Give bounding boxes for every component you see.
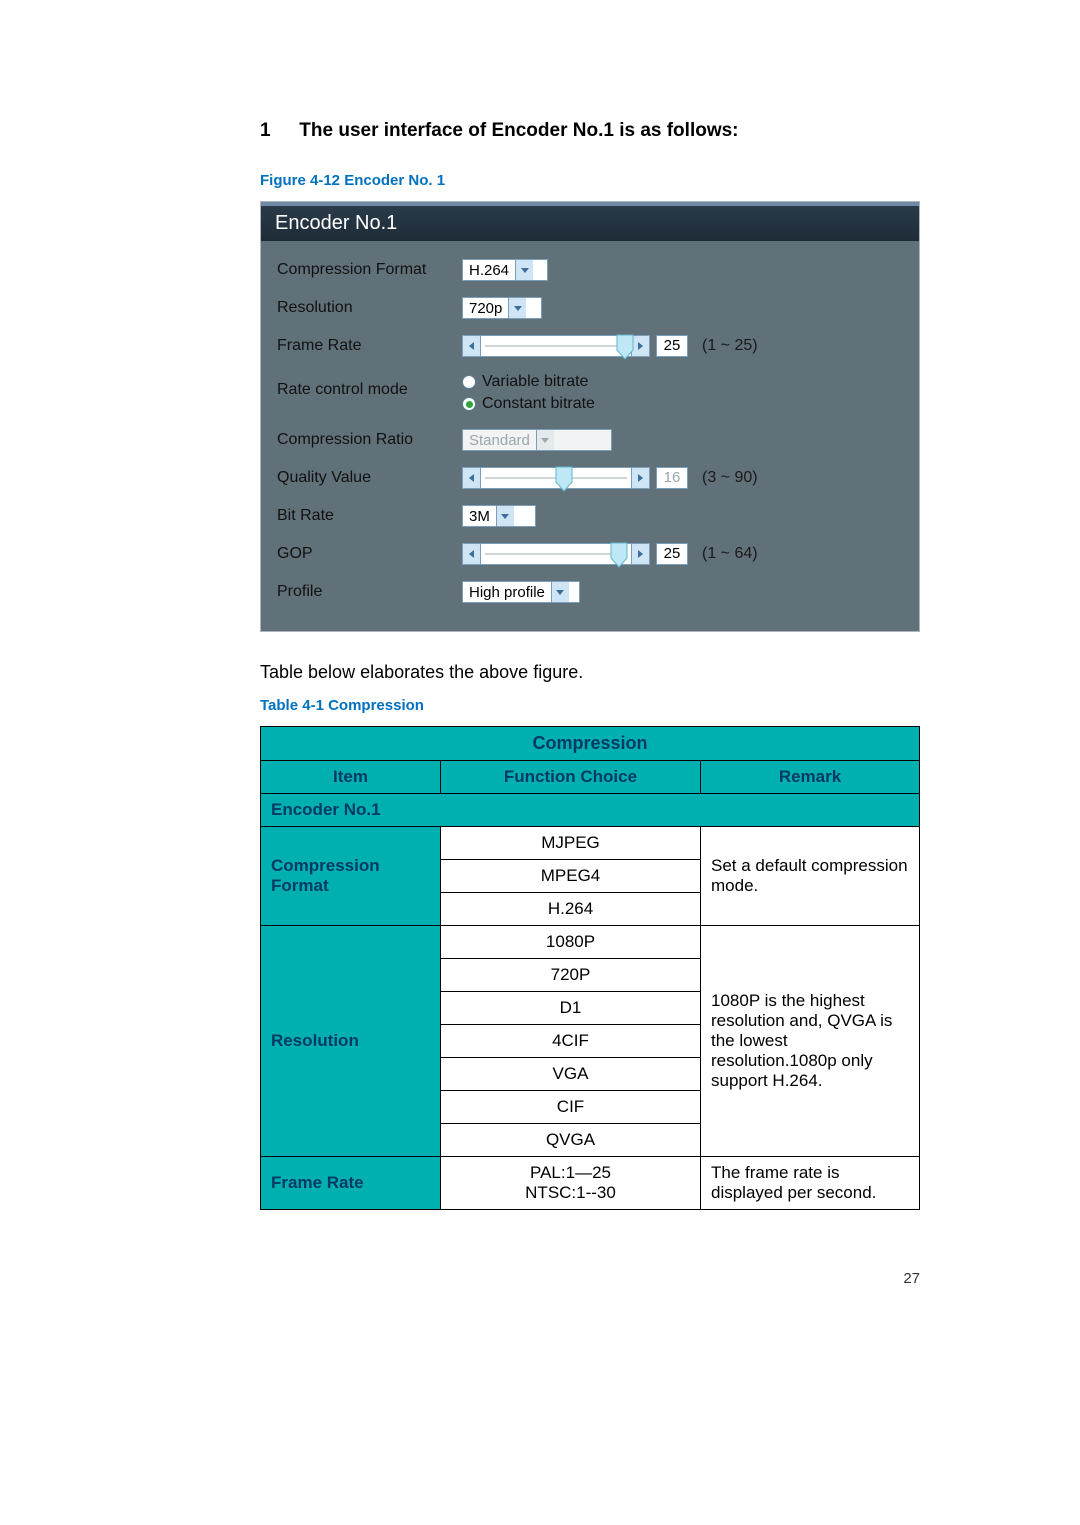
res-choice-4: VGA <box>441 1058 701 1091</box>
cf-choice-2: H.264 <box>441 893 701 926</box>
encoder-panel: Encoder No.1 Compression Format H.264 Re… <box>260 201 920 632</box>
label-rate-mode: Rate control mode <box>277 373 462 399</box>
select-compression-ratio-value: Standard <box>463 432 536 449</box>
select-compression-ratio: Standard <box>462 429 612 451</box>
label-gop: GOP <box>277 545 462 563</box>
compression-table: Compression Item Function Choice Remark … <box>260 726 920 1210</box>
label-bit-rate: Bit Rate <box>277 507 462 525</box>
select-bit-rate[interactable]: 3M <box>462 505 536 527</box>
frame-rate-range: (1 ~ 25) <box>702 337 758 355</box>
slider-track[interactable] <box>481 468 631 488</box>
heading-text: The user interface of Encoder No.1 is as… <box>299 120 732 141</box>
nudge-right-icon[interactable] <box>631 544 649 564</box>
row-compression-format: Compression Format H.264 <box>277 251 903 289</box>
select-compression-format-value: H.264 <box>463 262 515 279</box>
radio-variable-bitrate[interactable]: Variable bitrate <box>462 373 595 391</box>
fr-choice: PAL:1—25 NTSC:1--30 <box>441 1157 701 1210</box>
res-remark: 1080P is the highest resolution and, QVG… <box>701 926 920 1157</box>
label-profile: Profile <box>277 583 462 601</box>
slider-thumb[interactable] <box>610 542 628 568</box>
nudge-right-icon[interactable] <box>631 468 649 488</box>
res-choice-3: 4CIF <box>441 1025 701 1058</box>
chevron-down-icon <box>536 430 554 450</box>
section-heading: 1 The user interface of Encoder No.1 is … <box>260 120 920 142</box>
heading-colon: : <box>732 120 738 141</box>
chevron-down-icon <box>515 260 533 280</box>
select-resolution[interactable]: 720p <box>462 297 542 319</box>
figure-caption: Figure 4-12 Encoder No. 1 <box>260 172 920 189</box>
col-item: Item <box>261 761 441 794</box>
row-label-compression-format: Compression Format <box>261 827 441 926</box>
body-text: Table below elaborates the above figure. <box>260 662 920 683</box>
slider-frame-rate[interactable]: 25 <box>462 335 688 357</box>
label-frame-rate: Frame Rate <box>277 337 462 355</box>
fr-remark: The frame rate is displayed per second. <box>701 1157 920 1210</box>
res-choice-1: 720P <box>441 959 701 992</box>
slider-track[interactable] <box>481 336 631 356</box>
col-remark: Remark <box>701 761 920 794</box>
chevron-down-icon <box>551 582 569 602</box>
row-compression-ratio: Compression Ratio Standard <box>277 421 903 459</box>
slider-quality-value[interactable]: 16 <box>462 467 688 489</box>
label-resolution: Resolution <box>277 299 462 317</box>
slider-thumb[interactable] <box>616 334 634 360</box>
fr-line1: PAL:1—25 <box>530 1163 611 1182</box>
radio-constant-label: Constant bitrate <box>482 395 595 413</box>
gop-value: 25 <box>656 543 688 565</box>
select-profile-value: High profile <box>463 584 551 601</box>
quality-value-range: (3 ~ 90) <box>702 469 758 487</box>
radio-icon <box>462 375 476 389</box>
select-compression-format[interactable]: H.264 <box>462 259 548 281</box>
label-compression-ratio: Compression Ratio <box>277 431 462 449</box>
heading-number: 1 <box>260 120 294 142</box>
frame-rate-value: 25 <box>656 335 688 357</box>
row-bit-rate: Bit Rate 3M <box>277 497 903 535</box>
label-compression-format: Compression Format <box>277 261 462 279</box>
radio-constant-bitrate[interactable]: Constant bitrate <box>462 395 595 413</box>
radio-icon <box>462 397 476 411</box>
res-choice-5: CIF <box>441 1091 701 1124</box>
row-rate-mode: Rate control mode Variable bitrate Const… <box>277 365 903 421</box>
section-encoder1: Encoder No.1 <box>261 794 920 827</box>
chevron-down-icon <box>508 298 526 318</box>
slider-gop[interactable]: 25 <box>462 543 688 565</box>
nudge-left-icon[interactable] <box>463 336 481 356</box>
cf-remark: Set a default compression mode. <box>701 827 920 926</box>
radio-variable-label: Variable bitrate <box>482 373 588 391</box>
slider-track[interactable] <box>481 544 631 564</box>
nudge-left-icon[interactable] <box>463 468 481 488</box>
fr-line2: NTSC:1--30 <box>525 1183 616 1202</box>
row-frame-rate: Frame Rate 25 (1 ~ 25) <box>277 327 903 365</box>
cf-choice-1: MPEG4 <box>441 860 701 893</box>
row-resolution: Resolution 720p <box>277 289 903 327</box>
label-quality-value: Quality Value <box>277 469 462 487</box>
select-bit-rate-value: 3M <box>463 508 496 525</box>
quality-value-value: 16 <box>656 467 688 489</box>
select-resolution-value: 720p <box>463 300 508 317</box>
row-quality-value: Quality Value 16 (3 ~ 90) <box>277 459 903 497</box>
row-label-frame-rate: Frame Rate <box>261 1157 441 1210</box>
res-choice-2: D1 <box>441 992 701 1025</box>
panel-title: Encoder No.1 <box>261 202 919 241</box>
col-choice: Function Choice <box>441 761 701 794</box>
gop-range: (1 ~ 64) <box>702 545 758 563</box>
page-number: 27 <box>260 1270 920 1287</box>
slider-thumb[interactable] <box>555 466 573 492</box>
res-choice-0: 1080P <box>441 926 701 959</box>
res-choice-6: QVGA <box>441 1124 701 1157</box>
chevron-down-icon <box>496 506 514 526</box>
nudge-left-icon[interactable] <box>463 544 481 564</box>
table-title: Compression <box>261 727 920 761</box>
select-profile[interactable]: High profile <box>462 581 580 603</box>
row-gop: GOP 25 (1 ~ 64) <box>277 535 903 573</box>
cf-choice-0: MJPEG <box>441 827 701 860</box>
row-profile: Profile High profile <box>277 573 903 611</box>
table-caption: Table 4-1 Compression <box>260 697 920 714</box>
row-label-resolution: Resolution <box>261 926 441 1157</box>
